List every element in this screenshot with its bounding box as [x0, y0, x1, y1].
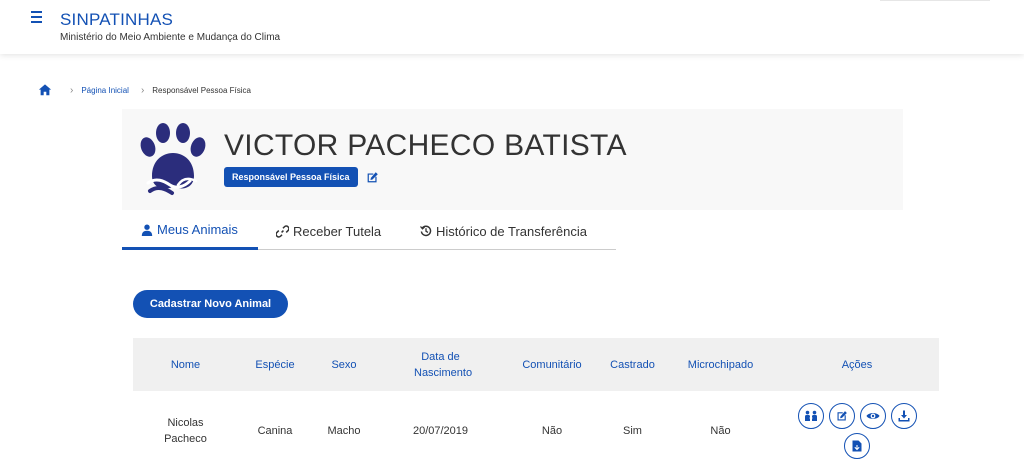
profile-card: VICTOR PACHECO BATISTA Responsável Pesso… — [122, 109, 903, 210]
tab-label: Histórico de Transferência — [436, 223, 588, 239]
tab-label: Receber Tutela — [293, 223, 382, 239]
history-icon — [420, 225, 432, 237]
user-icon — [141, 224, 153, 236]
app-title: SINPATINHAS — [60, 10, 174, 29]
cadastrar-novo-animal-button[interactable]: Cadastrar Novo Animal — [133, 290, 288, 318]
tab-label: Meus Animais — [157, 222, 238, 237]
chevron-right-icon: › — [70, 84, 74, 96]
edit-icon[interactable] — [366, 171, 379, 184]
top-header: SINPATINHAS Ministério do Meio Ambiente … — [0, 0, 1024, 54]
row-actions — [794, 403, 920, 459]
column-header: Espécie — [255, 358, 295, 371]
person-name: VICTOR PACHECO BATISTA — [224, 129, 627, 162]
header-divider — [880, 0, 990, 1]
breadcrumb-current: Responsável Pessoa Física — [152, 85, 251, 95]
cell-acoes — [775, 391, 939, 461]
home-icon[interactable] — [38, 83, 52, 97]
app-subtitle: Ministério do Meio Ambiente e Mudança do… — [60, 32, 281, 43]
breadcrumb: › Página Inicial › Responsável Pessoa Fí… — [38, 82, 251, 98]
animals-table: Nome Espécie Sexo Data de Nascimento Com… — [133, 338, 939, 461]
download-icon — [898, 410, 909, 422]
column-header: Microchipado — [687, 358, 754, 371]
cell-microchipado: Não — [710, 425, 731, 437]
column-header: Castrado — [610, 358, 655, 371]
edit-animal-button[interactable] — [828, 403, 855, 429]
column-header: Sexo — [331, 358, 357, 371]
breadcrumb-home-link[interactable]: Página Inicial — [81, 86, 129, 95]
tab-receber-tutela[interactable]: Receber Tutela — [258, 212, 404, 250]
link-icon — [276, 224, 289, 238]
cell-comunitario: Não — [541, 425, 563, 437]
column-header: Comunitário — [522, 358, 582, 371]
download-button[interactable] — [890, 403, 917, 429]
cell-castrado: Sim — [623, 425, 642, 437]
hamburger-menu-icon[interactable] — [31, 11, 45, 25]
tab-meus-animais[interactable]: Meus Animais — [122, 212, 258, 250]
table-row: Nicolas Pacheco Canina Macho 20/07/2019 … — [133, 391, 939, 461]
table-header-row: Nome Espécie Sexo Data de Nascimento Com… — [133, 338, 939, 391]
column-header: Nome — [170, 358, 201, 371]
column-header: Data de Nascimento — [414, 350, 473, 379]
cell-nascimento: 20/07/2019 — [412, 425, 469, 437]
chevron-right-icon: › — [140, 84, 145, 96]
role-badge: Responsável Pessoa Física — [224, 167, 358, 187]
transfer-button[interactable] — [797, 403, 824, 429]
document-icon — [852, 440, 862, 452]
edit-icon — [837, 411, 847, 421]
cell-especie: Canina — [257, 425, 293, 437]
cell-sexo: Macho — [327, 425, 361, 437]
transfer-icon — [804, 410, 817, 421]
column-header: Ações — [841, 358, 873, 371]
tab-bar: Meus Animais Receber Tutela Histórico de… — [122, 212, 616, 250]
tab-historico-transferencia[interactable]: Histórico de Transferência — [404, 212, 587, 250]
cell-nome: Nicolas Pacheco — [164, 417, 207, 445]
view-icon — [866, 413, 879, 419]
document-button[interactable] — [844, 433, 870, 459]
view-animal-button[interactable] — [859, 403, 886, 429]
paw-logo-icon — [140, 123, 206, 195]
